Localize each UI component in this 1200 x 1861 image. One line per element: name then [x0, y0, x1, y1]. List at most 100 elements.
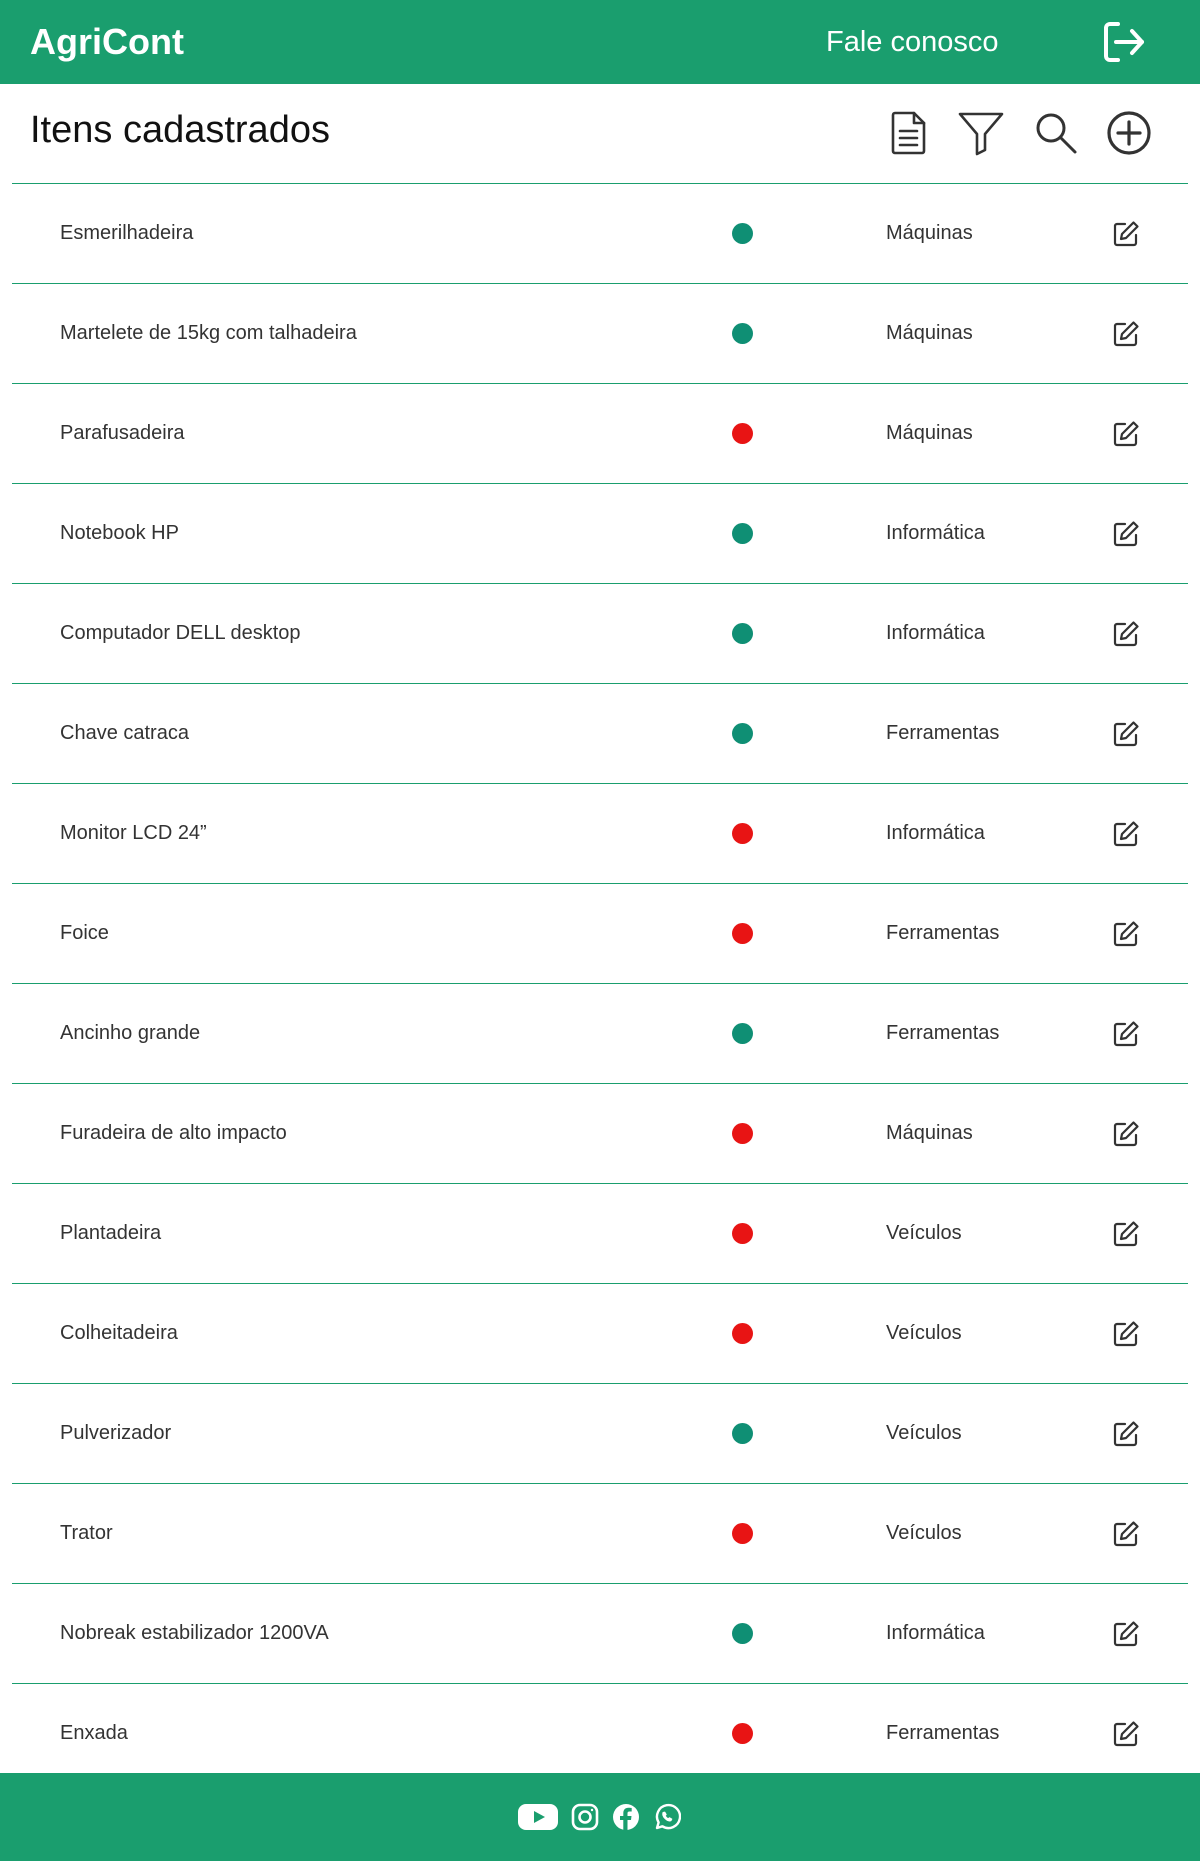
- instagram-link[interactable]: [571, 1803, 599, 1831]
- edit-button[interactable]: [1112, 720, 1140, 748]
- edit-button[interactable]: [1112, 1420, 1140, 1448]
- status-indicator: [732, 1023, 753, 1044]
- item-name: Nobreak estabilizador 1200VA: [60, 1622, 329, 1644]
- list-item[interactable]: Chave catraca Ferramentas: [12, 684, 1188, 784]
- footer: [0, 1773, 1200, 1861]
- item-category: Ferramentas: [886, 1722, 1000, 1744]
- status-indicator: [732, 1523, 753, 1544]
- edit-icon: [1113, 821, 1139, 847]
- edit-button[interactable]: [1112, 320, 1140, 348]
- item-name: Computador DELL desktop: [60, 622, 301, 644]
- item-category: Veículos: [886, 1422, 962, 1444]
- item-name: Parafusadeira: [60, 422, 185, 444]
- status-indicator: [732, 1423, 753, 1444]
- logout-icon: [1104, 22, 1144, 62]
- logout-button[interactable]: [1100, 18, 1148, 66]
- item-category: Informática: [886, 522, 985, 544]
- filter-button[interactable]: [956, 108, 1006, 158]
- item-name: Plantadeira: [60, 1222, 162, 1244]
- list-item[interactable]: Nobreak estabilizador 1200VA Informática: [12, 1584, 1188, 1684]
- youtube-link[interactable]: [518, 1803, 558, 1831]
- item-name: Esmerilhadeira: [60, 222, 194, 244]
- edit-button[interactable]: [1112, 1220, 1140, 1248]
- contact-link[interactable]: Fale conosco: [826, 22, 999, 62]
- item-category: Ferramentas: [886, 722, 1000, 744]
- edit-button[interactable]: [1112, 1320, 1140, 1348]
- list-item[interactable]: Pulverizador Veículos: [12, 1384, 1188, 1484]
- edit-button[interactable]: [1112, 1020, 1140, 1048]
- edit-button[interactable]: [1112, 520, 1140, 548]
- instagram-icon: [571, 1803, 599, 1831]
- whatsapp-link[interactable]: [653, 1803, 682, 1831]
- list-item[interactable]: Esmerilhadeira Máquinas: [12, 184, 1188, 284]
- list-item[interactable]: Furadeira de alto impacto Máquinas: [12, 1084, 1188, 1184]
- page-title: Itens cadastrados: [30, 109, 330, 151]
- items-list: Esmerilhadeira Máquinas Martelete de 15kg …: [12, 183, 1188, 1784]
- edit-button[interactable]: [1112, 220, 1140, 248]
- facebook-icon: [613, 1804, 639, 1830]
- status-indicator: [732, 1723, 753, 1744]
- edit-icon: [1113, 1721, 1139, 1747]
- list-item[interactable]: Computador DELL desktop Informática: [12, 584, 1188, 684]
- edit-button[interactable]: [1112, 420, 1140, 448]
- filter-icon: [958, 112, 1004, 156]
- item-category: Máquinas: [886, 422, 973, 444]
- item-category: Veículos: [886, 1222, 962, 1244]
- item-name: Martelete de 15kg com talhadeira: [60, 322, 357, 344]
- edit-icon: [1113, 1121, 1139, 1147]
- list-item[interactable]: Martelete de 15kg com talhadeira Máquinas: [12, 284, 1188, 384]
- list-item[interactable]: Colheitadeira Veículos: [12, 1284, 1188, 1384]
- status-indicator: [732, 523, 753, 544]
- edit-button[interactable]: [1112, 1520, 1140, 1548]
- list-item[interactable]: Trator Veículos: [12, 1484, 1188, 1584]
- whatsapp-icon: [655, 1803, 682, 1830]
- edit-icon: [1113, 621, 1139, 647]
- edit-button[interactable]: [1112, 1720, 1140, 1748]
- item-name: Foice: [60, 922, 109, 944]
- status-indicator: [732, 823, 753, 844]
- edit-button[interactable]: [1112, 1620, 1140, 1648]
- item-name: Monitor LCD 24”: [60, 822, 207, 844]
- list-item[interactable]: Notebook HP Informática: [12, 484, 1188, 584]
- edit-icon: [1113, 421, 1139, 447]
- item-name: Pulverizador: [60, 1422, 172, 1444]
- youtube-icon: [518, 1804, 558, 1830]
- top-bar: AgriCont Fale conosco: [0, 0, 1200, 84]
- item-category: Máquinas: [886, 222, 973, 244]
- add-icon: [1107, 111, 1151, 155]
- report-button[interactable]: [884, 108, 934, 158]
- edit-button[interactable]: [1112, 1120, 1140, 1148]
- item-category: Informática: [886, 1622, 985, 1644]
- item-name: Trator: [60, 1522, 113, 1544]
- report-icon: [891, 111, 926, 155]
- item-name: Enxada: [60, 1722, 128, 1744]
- app: AgriCont Fale conosco Itens cadastrados: [0, 0, 1200, 1861]
- item-category: Ferramentas: [886, 922, 1000, 944]
- list-item[interactable]: Monitor LCD 24” Informática: [12, 784, 1188, 884]
- add-item-button[interactable]: [1104, 108, 1154, 158]
- edit-icon: [1113, 521, 1139, 547]
- item-name: Ancinho grande: [60, 1022, 201, 1044]
- item-category: Veículos: [886, 1322, 962, 1344]
- search-button[interactable]: [1031, 108, 1081, 158]
- brand-logo[interactable]: AgriCont: [30, 20, 184, 64]
- item-name: Notebook HP: [60, 522, 179, 544]
- list-item[interactable]: Foice Ferramentas: [12, 884, 1188, 984]
- edit-icon: [1113, 721, 1139, 747]
- list-item[interactable]: Plantadeira Veículos: [12, 1184, 1188, 1284]
- item-category: Informática: [886, 622, 985, 644]
- search-icon: [1036, 113, 1077, 154]
- status-indicator: [732, 323, 753, 344]
- list-item[interactable]: Parafusadeira Máquinas: [12, 384, 1188, 484]
- list-item[interactable]: Enxada Ferramentas: [12, 1684, 1188, 1784]
- edit-button[interactable]: [1112, 920, 1140, 948]
- facebook-link[interactable]: [612, 1803, 640, 1831]
- status-indicator: [732, 1623, 753, 1644]
- status-indicator: [732, 223, 753, 244]
- item-name: Colheitadeira: [60, 1322, 178, 1344]
- list-item[interactable]: Ancinho grande Ferramentas: [12, 984, 1188, 1084]
- edit-icon: [1113, 1321, 1139, 1347]
- edit-button[interactable]: [1112, 820, 1140, 848]
- edit-button[interactable]: [1112, 620, 1140, 648]
- status-indicator: [732, 1323, 753, 1344]
